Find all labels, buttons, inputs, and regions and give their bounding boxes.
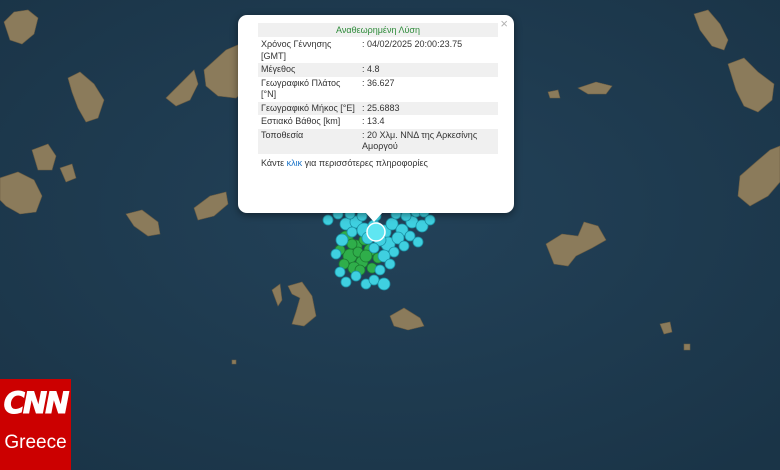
cnn-logo: CNN	[3, 386, 70, 421]
depth-label: Εστιακό Βάθος [km]	[261, 116, 341, 126]
earthquake-marker-recent[interactable]	[346, 226, 358, 238]
cnn-greece-label: Greece	[4, 432, 67, 453]
earthquake-marker-recent[interactable]	[340, 276, 352, 288]
details-row: Χρόνος Γέννησης [GMT] : 04/02/2025 20:00:…	[258, 38, 498, 63]
earthquake-details-table: Χρόνος Γέννησης [GMT] : 04/02/2025 20:00:…	[258, 38, 498, 154]
details-row: Γεωγραφικό Μήκος [°E]: 25.6883	[258, 101, 498, 115]
earthquake-marker-recent[interactable]	[368, 274, 380, 286]
more-info-line: Κάντε κλικ για περισσότερες πληροφορίες	[258, 158, 498, 168]
details-row: Εστιακό Βάθος [km] : 13.4	[258, 115, 498, 129]
earthquake-marker-recent[interactable]	[350, 270, 362, 282]
earthquake-marker-recent[interactable]	[412, 236, 424, 248]
earthquake-marker-recent[interactable]	[334, 266, 346, 278]
location-value: : 20 Χλμ. ΝΝΔ της Αρκεσίνης Αμοργού	[359, 128, 498, 154]
details-row: Μέγεθος: 4.8	[258, 63, 498, 77]
earthquake-marker-recent[interactable]	[374, 264, 386, 276]
magnitude-value: : 4.8	[359, 63, 498, 77]
earthquake-marker-recent[interactable]	[377, 277, 391, 291]
earthquake-marker-recent[interactable]	[398, 240, 410, 252]
earthquake-marker-recent[interactable]	[322, 214, 334, 226]
longitude-value: : 25.6883	[359, 101, 498, 115]
island-tiny-center	[231, 359, 237, 365]
island-tiny-right	[683, 343, 691, 351]
popup-title: Αναθεωρημένη Λύση	[258, 23, 498, 37]
depth-value: : 13.4	[362, 116, 385, 126]
longitude-label: Γεωγραφικό Μήκος [°E]	[258, 101, 359, 115]
magnitude-label: Μέγεθος	[258, 63, 359, 77]
origin-time-value: : 04/02/2025 20:00:23.75	[362, 39, 463, 49]
more-info-prefix: Κάντε	[261, 157, 287, 168]
origin-time-label: Χρόνος Γέννησης [GMT]	[261, 39, 332, 61]
details-row: Γεωγραφικό Πλάτος [°N] : 36.627	[258, 77, 498, 102]
details-row: Τοποθεσία: 20 Χλμ. ΝΝΔ της Αρκεσίνης Αμο…	[258, 128, 498, 154]
earthquake-marker-recent[interactable]	[335, 233, 349, 247]
earthquake-info-popup: × Αναθεωρημένη Λύση Χρόνος Γέννησης [GMT…	[238, 15, 514, 222]
earthquake-marker-recent[interactable]	[368, 242, 380, 254]
earthquake-marker-recent[interactable]	[388, 246, 400, 258]
cnn-greece-watermark: CNN Greece	[0, 379, 71, 470]
more-info-link[interactable]: κλικ	[287, 158, 303, 168]
selected-earthquake-marker[interactable]	[366, 222, 386, 242]
earthquake-marker-recent[interactable]	[330, 248, 342, 260]
location-label: Τοποθεσία	[258, 128, 359, 154]
more-info-suffix: για περισσότερες πληροφορίες	[302, 157, 428, 168]
earthquake-marker-recent[interactable]	[384, 258, 396, 270]
close-icon[interactable]: ×	[500, 16, 508, 32]
earthquake-marker-older[interactable]	[346, 238, 358, 250]
latitude-label: Γεωγραφικό Πλάτος [°N]	[261, 77, 341, 100]
latitude-value: : 36.627	[362, 77, 395, 88]
